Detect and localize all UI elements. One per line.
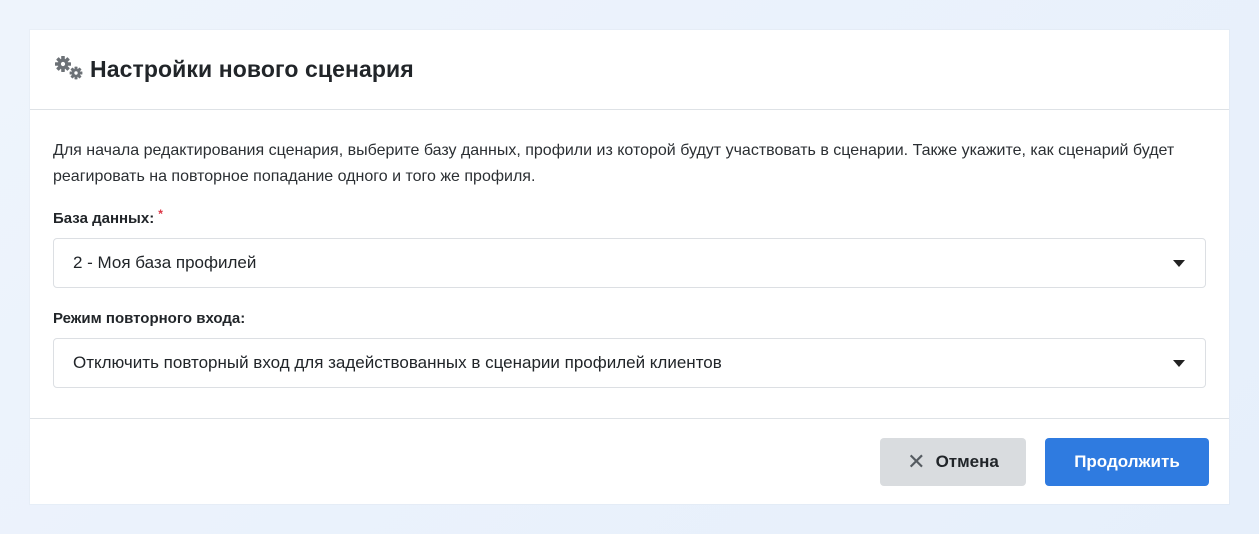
database-select[interactable]: 2 - Моя база профилей <box>53 238 1206 288</box>
modal-footer: ✕ Отмена Продолжить <box>30 419 1229 504</box>
caret-down-icon <box>1173 359 1185 367</box>
gears-icon <box>52 54 88 84</box>
description-text: Для начала редактирования сценария, выбе… <box>53 142 1175 185</box>
database-label-text: База данных: <box>53 210 155 227</box>
reentry-label-text: Режим повторного входа: <box>53 310 246 327</box>
reentry-select-value: Отключить повторный вход для задействова… <box>73 353 722 372</box>
close-icon: ✕ <box>907 448 926 474</box>
cancel-button[interactable]: ✕ Отмена <box>880 437 1026 486</box>
database-select-value: 2 - Моя база профилей <box>73 253 257 272</box>
continue-button-label: Продолжить <box>1074 451 1180 471</box>
modal-body: Для начала редактирования сценария, выбе… <box>30 110 1229 419</box>
reentry-label: Режим повторного входа: <box>53 310 1206 332</box>
database-label: База данных: * <box>53 207 1206 232</box>
caret-down-icon <box>1173 259 1185 267</box>
continue-button[interactable]: Продолжить <box>1045 437 1209 486</box>
required-mark: * <box>158 207 163 221</box>
modal-title: Настройки нового сценария <box>90 56 414 82</box>
cancel-button-label: Отмена <box>935 451 999 471</box>
modal-header: Настройки нового сценария <box>30 30 1229 110</box>
reentry-mode-select[interactable]: Отключить повторный вход для задействова… <box>53 338 1206 388</box>
scenario-settings-modal: Настройки нового сценария Для начала ред… <box>30 30 1229 504</box>
